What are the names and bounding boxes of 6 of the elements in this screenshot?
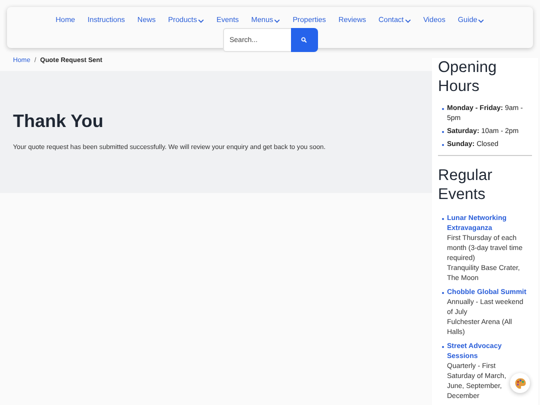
search-button[interactable] bbox=[290, 28, 318, 52]
palette-icon bbox=[514, 376, 526, 390]
sidebar-heading: Regular Events bbox=[438, 166, 494, 204]
page-title: Thank You bbox=[13, 111, 104, 132]
search-icon bbox=[301, 37, 307, 43]
sidebar-heading: Opening Hours bbox=[438, 58, 498, 96]
